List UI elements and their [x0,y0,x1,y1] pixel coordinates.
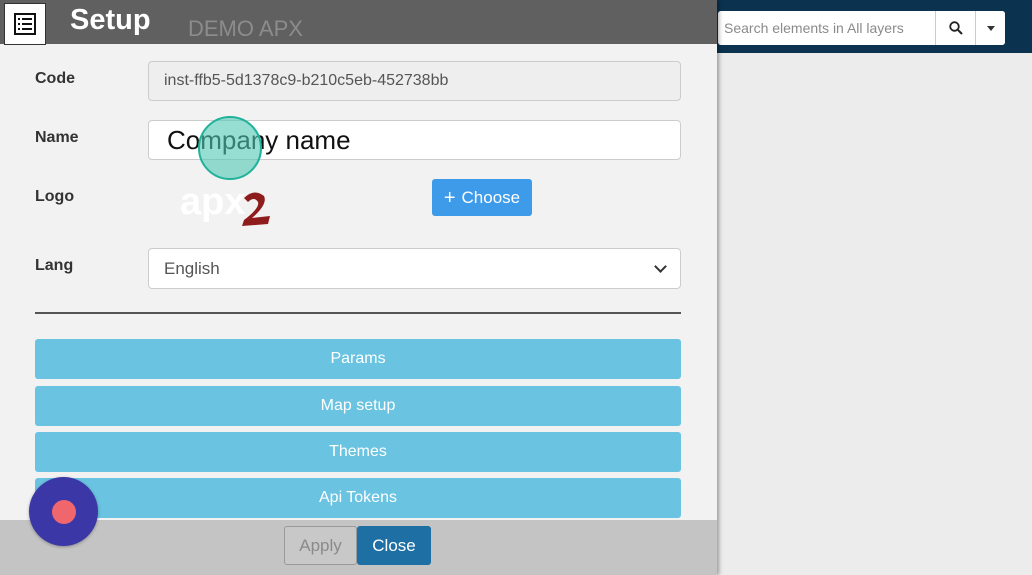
search-input[interactable] [718,11,935,45]
lang-label: Lang [35,257,74,274]
choose-label: Choose [461,187,521,207]
map-setup-button[interactable]: Map setup [35,386,681,426]
name-label: Name [35,129,79,146]
divider [35,312,681,314]
record-icon [51,499,76,524]
modal-title: Setup [70,4,151,36]
search-options-button[interactable] [975,11,1005,45]
click-indicator [198,116,262,180]
api-tokens-button[interactable]: Api Tokens [35,478,681,518]
code-label: Code [35,70,75,87]
record-button[interactable] [29,477,98,546]
setup-modal: Setup DEMO APX Code inst-ffb5-5d1378c9-b… [0,0,717,575]
lang-selected: English [164,258,220,278]
svg-text:apx: apx [180,181,245,223]
modal-title-bar: Setup DEMO APX [0,0,717,45]
code-field: inst-ffb5-5d1378c9-b210c5eb-452738bb [148,61,681,101]
list-icon [14,13,36,35]
apply-button[interactable]: Apply [284,526,357,565]
lang-select[interactable]: English [148,248,681,289]
choose-logo-button[interactable]: + Choose [432,179,532,216]
logo-image: apx [180,180,275,230]
themes-button[interactable]: Themes [35,432,681,472]
background-brand-ghost: DEMO APX [188,16,303,41]
search-button[interactable] [935,11,975,45]
chevron-down-icon [654,260,667,273]
code-value: inst-ffb5-5d1378c9-b210c5eb-452738bb [164,72,449,89]
menu-button[interactable] [4,3,46,45]
params-button[interactable]: Params [35,339,681,379]
plus-icon: + [443,186,456,209]
search-bar [718,11,1005,45]
caret-down-icon [986,25,995,31]
logo-label: Logo [35,188,75,205]
close-button[interactable]: Close [357,526,431,565]
search-icon [948,21,963,35]
